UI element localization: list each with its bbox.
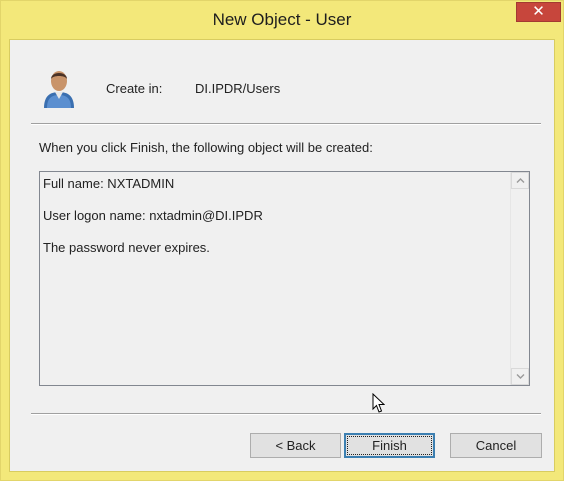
scroll-down-button[interactable] [511, 368, 529, 385]
cancel-button[interactable]: Cancel [450, 433, 542, 458]
create-in-path: DI.IPDR/Users [195, 81, 281, 96]
top-divider [31, 123, 541, 125]
create-in-label: Create in: [106, 81, 163, 96]
chevron-down-icon [516, 374, 525, 379]
finish-button[interactable]: Finish [344, 433, 435, 458]
user-icon [44, 71, 74, 108]
summary-textbox[interactable]: Full name: NXTADMIN User logon name: nxt… [39, 171, 530, 386]
close-icon: ✕ [532, 3, 545, 20]
bottom-divider [31, 413, 541, 415]
close-button[interactable]: ✕ [516, 2, 561, 22]
vertical-scrollbar[interactable] [510, 172, 529, 385]
new-object-user-dialog: New Object - User ✕ Create in: DI.IPDR/U… [0, 0, 564, 481]
finish-button-label: Finish [372, 438, 407, 453]
chevron-up-icon [516, 178, 525, 183]
summary-line-full-name: Full name: NXTADMIN [43, 176, 175, 191]
info-text: When you click Finish, the following obj… [39, 140, 373, 155]
back-button-label: < Back [275, 438, 316, 453]
back-button[interactable]: < Back [250, 433, 341, 458]
summary-line-password: The password never expires. [43, 240, 210, 255]
window-title: New Object - User [212, 10, 352, 29]
dialog-content: Create in: DI.IPDR/Users When you click … [9, 39, 555, 472]
summary-line-logon-name: User logon name: nxtadmin@DI.IPDR [43, 208, 263, 223]
mouse-cursor-icon [372, 393, 385, 413]
scroll-up-button[interactable] [511, 172, 529, 189]
title-bar[interactable]: New Object - User ✕ [1, 1, 563, 39]
cancel-button-label: Cancel [475, 438, 517, 453]
